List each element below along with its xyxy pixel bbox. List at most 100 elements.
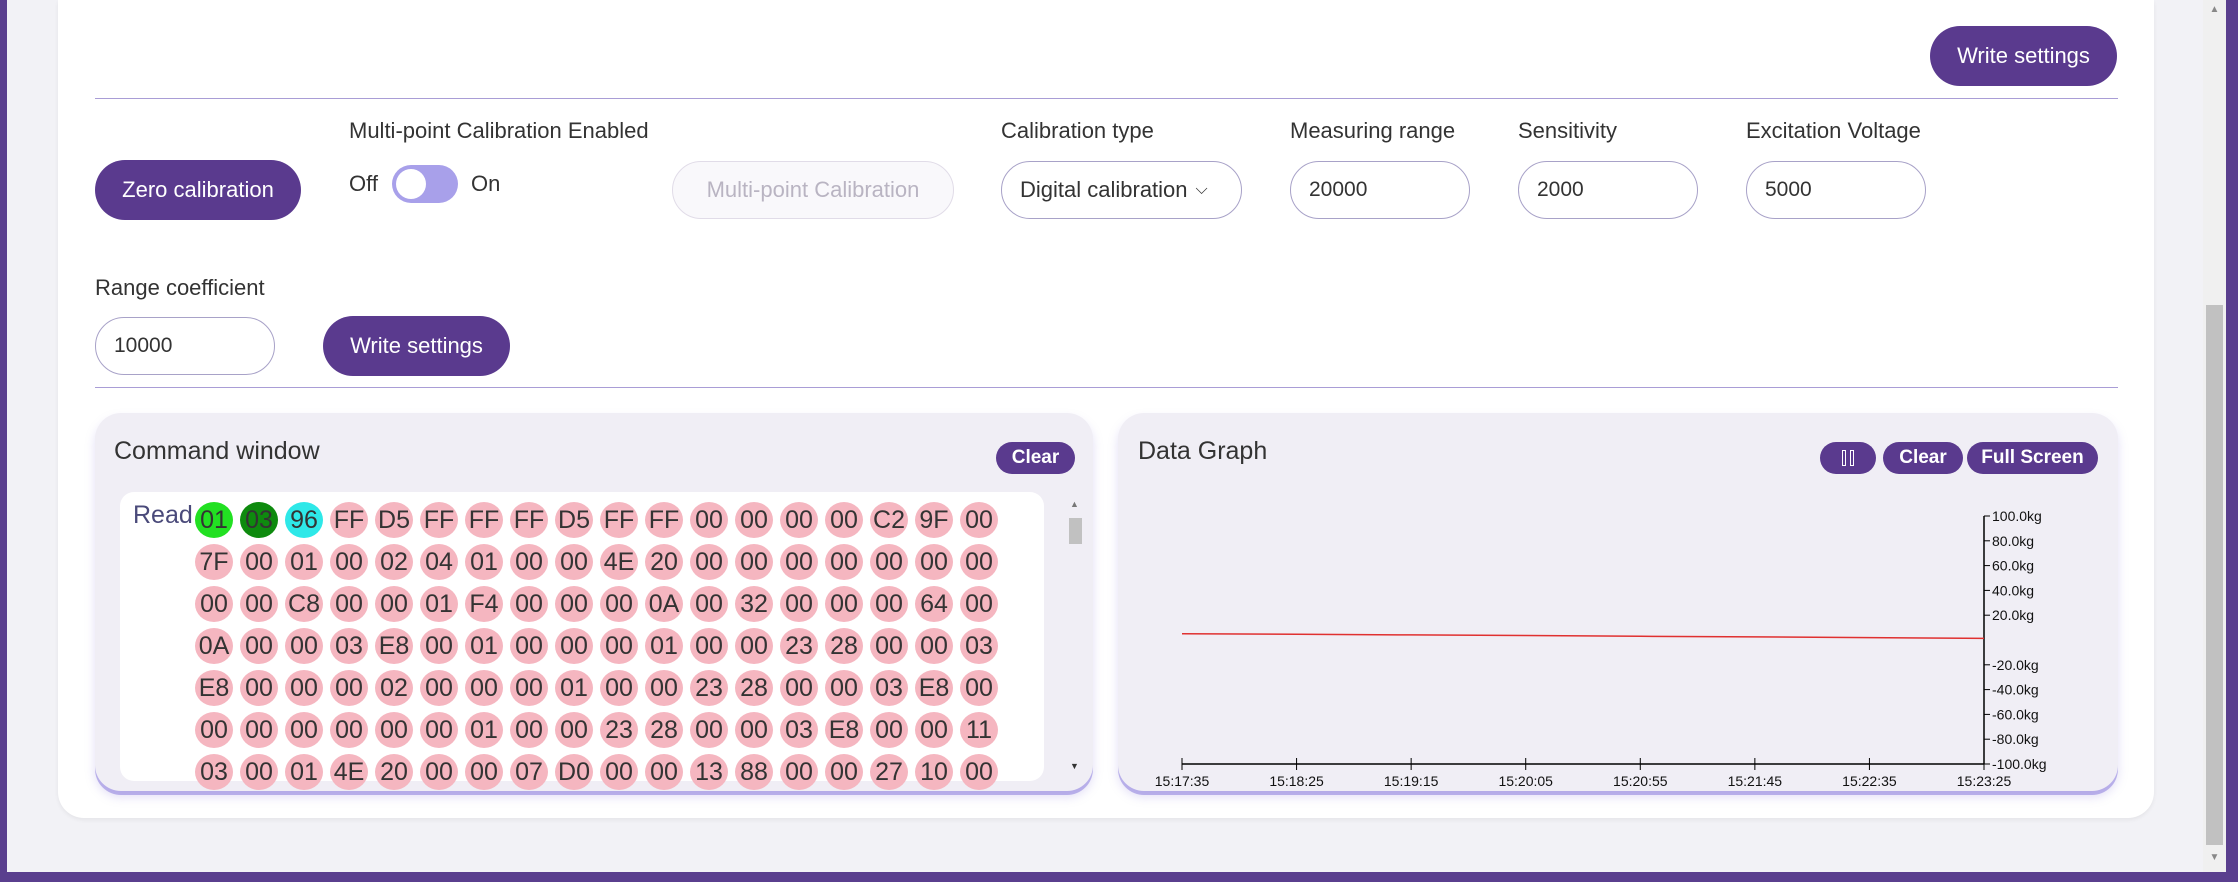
hex-byte: 00 — [870, 712, 908, 748]
hex-byte: 00 — [375, 586, 413, 622]
hex-byte: 7F — [195, 544, 233, 580]
y-tick-label: -40.0kg — [1992, 682, 2039, 698]
y-tick-label: -100.0kg — [1992, 756, 2046, 772]
hex-byte: 00 — [825, 544, 863, 580]
hex-byte: 28 — [735, 670, 773, 706]
hex-byte: 03 — [870, 670, 908, 706]
hex-byte: 00 — [555, 712, 593, 748]
hex-row: 00 00 C8 00 00 01 F4 00 00 00 0A 00 32 00 00 00 64 00 — [195, 586, 1005, 628]
hex-byte: 64 — [915, 586, 953, 622]
hex-byte: 01 — [420, 586, 458, 622]
hex-byte: 00 — [915, 544, 953, 580]
scroll-up-arrow-icon[interactable]: ▲ — [2206, 3, 2223, 17]
x-tick-label: 15:17:35 — [1155, 773, 1210, 789]
scroll-down-arrow-icon[interactable]: ▼ — [1070, 761, 1079, 771]
hex-byte: 03 — [960, 628, 998, 664]
measuring-range-label: Measuring range — [1290, 118, 1456, 143]
hex-byte: 00 — [960, 586, 998, 622]
sensitivity-input[interactable] — [1518, 161, 1698, 219]
hex-row: 00 00 00 00 00 00 01 00 00 23 28 00 00 03 E8 00 00 11 — [195, 712, 1005, 754]
hex-byte: 23 — [780, 628, 818, 664]
hex-byte: 0A — [195, 628, 233, 664]
full-screen-button[interactable]: Full Screen — [1967, 442, 2098, 474]
y-tick-label: 60.0kg — [1992, 558, 2034, 574]
hex-byte: 03 — [240, 502, 278, 538]
calibration-type-label: Calibration type — [1001, 118, 1154, 143]
hex-byte: 00 — [465, 670, 503, 706]
hex-byte: 00 — [645, 754, 683, 790]
hex-byte: 28 — [645, 712, 683, 748]
sensitivity-label: Sensitivity — [1518, 118, 1618, 143]
hex-byte: 01 — [465, 712, 503, 748]
graph-clear-button[interactable]: Clear — [1883, 442, 1963, 474]
hex-byte: FF — [465, 502, 503, 538]
hex-byte: D5 — [375, 502, 413, 538]
y-tick-label: 100.0kg — [1992, 508, 2042, 524]
command-log-scrollbar[interactable]: ▲ ▼ — [1066, 499, 1084, 777]
hex-byte: 00 — [735, 712, 773, 748]
hex-row: E8 00 00 00 02 00 00 00 01 00 00 23 28 00 00 03 E8 00 — [195, 670, 1005, 712]
hex-byte: E8 — [825, 712, 863, 748]
page-scrollbar-thumb[interactable] — [2206, 305, 2223, 845]
hex-row: 7F 00 01 00 02 04 01 00 00 4E 20 00 00 00 00 00 00 00 — [195, 544, 1005, 586]
hex-byte: 00 — [195, 586, 233, 622]
hex-byte: 00 — [825, 586, 863, 622]
x-tick-label: 15:18:25 — [1269, 773, 1324, 789]
zero-calibration-button[interactable]: Zero calibration — [95, 160, 301, 220]
y-tick-label: 20.0kg — [1992, 607, 2034, 623]
hex-byte: 00 — [555, 544, 593, 580]
write-settings-button[interactable]: Write settings — [323, 316, 510, 376]
multipoint-toggle[interactable] — [392, 165, 458, 203]
hex-byte: 00 — [510, 712, 548, 748]
write-settings-top-button[interactable]: Write settings — [1930, 26, 2117, 86]
multipoint-calibration-button[interactable]: Multi-point Calibration — [672, 161, 954, 219]
hex-byte: 00 — [960, 502, 998, 538]
measuring-range-input[interactable] — [1290, 161, 1470, 219]
hex-byte: 03 — [330, 628, 368, 664]
hex-byte: 00 — [330, 712, 368, 748]
x-tick-label: 15:21:45 — [1728, 773, 1783, 789]
hex-byte: 00 — [510, 628, 548, 664]
scroll-up-arrow-icon[interactable]: ▲ — [1070, 499, 1079, 509]
toggle-knob — [396, 169, 426, 199]
hex-row: 03 00 01 4E 20 00 00 07 D0 00 00 13 88 00 00 27 10 00 — [195, 754, 1005, 796]
hex-byte: 02 — [375, 670, 413, 706]
hex-byte: 02 — [375, 544, 413, 580]
hex-byte: 00 — [285, 712, 323, 748]
hex-byte: 20 — [645, 544, 683, 580]
hex-byte: 03 — [780, 712, 818, 748]
toggle-off-label: Off — [349, 171, 378, 196]
hex-byte: 00 — [600, 586, 638, 622]
hex-byte: 00 — [600, 628, 638, 664]
read-label: Read — [133, 501, 193, 529]
hex-byte: 00 — [780, 754, 818, 790]
excitation-voltage-input[interactable] — [1746, 161, 1926, 219]
pause-icon — [1842, 450, 1854, 466]
hex-byte: 01 — [645, 628, 683, 664]
hex-byte: 00 — [330, 544, 368, 580]
range-coefficient-input[interactable] — [95, 317, 275, 375]
hex-byte: 01 — [465, 628, 503, 664]
hex-byte: 00 — [825, 754, 863, 790]
pause-button[interactable] — [1820, 442, 1876, 474]
hex-byte: 00 — [420, 754, 458, 790]
hex-byte: 00 — [915, 628, 953, 664]
hex-byte: 00 — [600, 670, 638, 706]
hex-byte: 00 — [195, 712, 233, 748]
hex-byte: 10 — [915, 754, 953, 790]
hex-byte: 07 — [510, 754, 548, 790]
hex-byte: 01 — [285, 754, 323, 790]
hex-byte: 00 — [780, 586, 818, 622]
y-tick-label: -80.0kg — [1992, 731, 2039, 747]
command-log-scroll-thumb[interactable] — [1069, 518, 1082, 544]
hex-byte: 00 — [780, 670, 818, 706]
x-tick-label: 15:22:35 — [1842, 773, 1897, 789]
hex-byte-grid: 01 03 96 FF D5 FF FF FF D5 FF FF 00 00 00 00 C2 9F 00 7F 00… — [195, 502, 1005, 796]
scroll-down-arrow-icon[interactable]: ▼ — [2206, 851, 2223, 865]
hex-byte: 00 — [330, 586, 368, 622]
hex-byte: 00 — [240, 712, 278, 748]
calibration-type-value: Digital calibration — [1020, 177, 1188, 202]
calibration-type-select[interactable]: Digital calibration ⌵ — [1001, 161, 1242, 219]
command-clear-button[interactable]: Clear — [996, 442, 1075, 474]
hex-byte: 00 — [240, 586, 278, 622]
